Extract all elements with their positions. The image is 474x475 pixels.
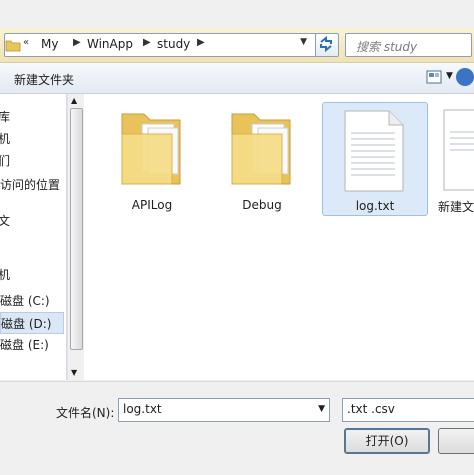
file-item-log-txt[interactable]: log.txt (322, 102, 428, 216)
address-toolbar: « My ▶ WinApp ▶ study ▶ ▼ 搜索 study (0, 28, 474, 63)
search-placeholder: 搜索 study (356, 40, 418, 54)
new-folder-button[interactable]: 新建文件夹 (14, 71, 74, 88)
nav-item-computer[interactable]: 机 (0, 266, 10, 283)
filename-value: log.txt (123, 402, 162, 416)
text-file-icon (344, 110, 404, 192)
breadcrumb-winapp[interactable]: WinApp (87, 37, 133, 51)
nav-item[interactable]: 机 (0, 130, 10, 147)
text-file-icon (443, 109, 474, 191)
help-icon[interactable] (456, 68, 474, 86)
nav-item-drive-e[interactable]: 磁盘 (E:) (0, 336, 49, 353)
folder-icon (5, 37, 21, 56)
chevron-down-icon[interactable]: ▼ (318, 404, 325, 414)
overflow-chevron-icon[interactable]: « (23, 37, 29, 48)
file-type-select[interactable]: .txt .csv (342, 398, 474, 422)
file-name: 新建文 (438, 200, 474, 214)
file-name: log.txt (355, 199, 395, 213)
file-item-new-text[interactable]: 新建文 (436, 102, 474, 214)
scroll-up-icon[interactable]: ▲ (71, 96, 77, 105)
view-icon[interactable] (426, 70, 442, 87)
nav-item[interactable]: 们 (0, 152, 10, 169)
file-name: APILog (131, 198, 173, 212)
scroll-down-icon[interactable]: ▼ (71, 368, 77, 377)
breadcrumb-my[interactable]: My (41, 37, 58, 51)
nav-item-drive-d[interactable]: 磁盘 (D:) (0, 312, 64, 334)
chevron-right-icon[interactable]: ▶ (73, 37, 81, 48)
nav-item[interactable]: 文 (0, 212, 10, 229)
folder-icon (231, 113, 291, 185)
nav-scrollbar[interactable]: ▲ ▼ (67, 94, 84, 380)
file-list: APILog Debug log.txt 新建文 (84, 94, 474, 380)
file-item-apilog[interactable]: APILog (100, 102, 204, 214)
search-input[interactable]: 搜索 study (345, 33, 472, 57)
nav-item[interactable]: 库 (0, 108, 10, 125)
breadcrumb-study[interactable]: study (157, 37, 190, 51)
scrollbar-thumb[interactable] (70, 108, 83, 350)
refresh-button[interactable] (315, 33, 339, 57)
nav-item-drive-c[interactable]: 磁盘 (C:) (0, 292, 50, 309)
command-bar: 新建文件夹 ▼ (0, 63, 474, 94)
file-type-value: .txt .csv (347, 402, 395, 416)
refresh-icon (320, 35, 332, 53)
folder-icon (121, 113, 181, 185)
cancel-button[interactable] (438, 428, 474, 454)
filename-label: 文件名(N): (56, 406, 115, 420)
file-name: Debug (242, 198, 282, 212)
view-dropdown-icon[interactable]: ▼ (446, 71, 453, 81)
nav-item-label: 磁盘 (D:) (1, 317, 52, 331)
file-dialog-footer: 文件名(N): log.txt ▼ .txt .csv 打开(O) (0, 381, 474, 475)
open-button[interactable]: 打开(O) (344, 428, 430, 454)
navigation-pane: 库 机 们 访问的位置 文 机 磁盘 (C:) 磁盘 (D:) 磁盘 (E:) (0, 94, 67, 380)
filename-input[interactable]: log.txt ▼ (118, 398, 330, 422)
nav-item-recent-places[interactable]: 访问的位置 (0, 176, 60, 193)
address-bar[interactable]: « My ▶ WinApp ▶ study ▶ ▼ (4, 33, 336, 57)
file-item-debug[interactable]: Debug (210, 102, 314, 214)
address-dropdown-icon[interactable]: ▼ (300, 37, 307, 47)
chevron-right-icon[interactable]: ▶ (143, 37, 151, 48)
chevron-right-icon[interactable]: ▶ (197, 37, 205, 48)
